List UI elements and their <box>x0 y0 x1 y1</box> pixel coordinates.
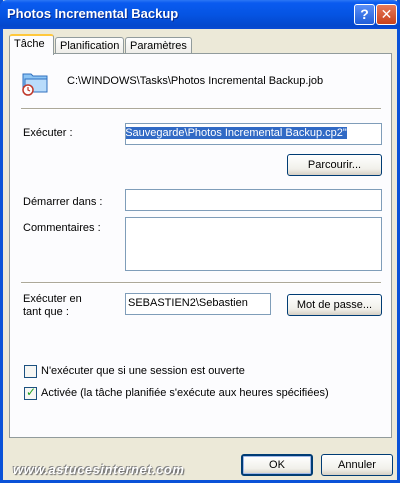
run-as-label-line1: Exécuter en <box>23 293 82 305</box>
executer-value: ureau\Sauvegarde\Photos Incremental Back… <box>126 127 347 139</box>
tab-tache[interactable]: Tâche <box>9 34 54 55</box>
demarrer-label: Démarrer dans : <box>23 196 103 208</box>
session-only-label: N'exécuter que si une session est ouvert… <box>41 365 245 377</box>
watermark: www.astucesinternet.com <box>13 462 185 477</box>
title-bar[interactable]: Photos Incremental Backup ? ✕ <box>0 0 400 29</box>
scheduled-task-icon <box>22 73 48 96</box>
cancel-button[interactable]: Annuler <box>321 454 393 476</box>
close-button[interactable]: ✕ <box>376 4 397 25</box>
password-button[interactable]: Mot de passe... <box>287 294 382 316</box>
enabled-label: Activée (la tâche planifiée s'exécute au… <box>41 387 329 399</box>
session-only-checkbox[interactable] <box>24 365 37 378</box>
browse-button[interactable]: Parcourir... <box>287 154 382 176</box>
run-as-label-line2: tant que : <box>23 306 69 318</box>
task-file-path: C:\WINDOWS\Tasks\Photos Incremental Back… <box>67 75 324 87</box>
demarrer-field[interactable] <box>125 189 382 211</box>
separator <box>21 282 381 284</box>
dialog-window: Photos Incremental Backup ? ✕ Tâche Plan… <box>0 0 400 483</box>
run-as-field[interactable]: SEBASTIEN2\Sebastien <box>125 293 271 315</box>
commentaires-field[interactable] <box>125 217 382 271</box>
separator <box>21 108 381 110</box>
ok-button[interactable]: OK <box>241 454 313 476</box>
enabled-checkbox[interactable]: ✓ <box>24 385 37 400</box>
executer-field[interactable]: ureau\Sauvegarde\Photos Incremental Back… <box>125 123 382 145</box>
checkmark-icon: ✓ <box>26 385 37 399</box>
help-button[interactable]: ? <box>354 4 375 25</box>
commentaires-label: Commentaires : <box>23 222 101 234</box>
executer-label: Exécuter : <box>23 127 73 139</box>
window-title: Photos Incremental Backup <box>7 6 179 21</box>
